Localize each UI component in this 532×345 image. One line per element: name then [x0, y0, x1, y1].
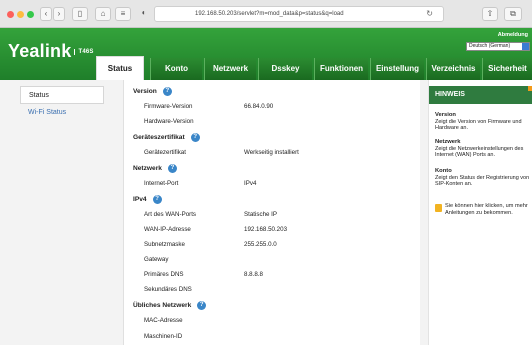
section-title: Netzwerk — [133, 165, 162, 172]
address-bar[interactable]: 192.168.50.203/servlet?m=mod_data&p=stat… — [154, 6, 444, 22]
language-select[interactable]: Deutsch (German) — [466, 42, 530, 51]
section-title: Version — [133, 88, 157, 95]
field-value: Werkseitig installiert — [244, 149, 299, 156]
browser-toolbar: ‹ › ▯ ⌂ ≡ ◐ 192.168.50.203/servlet?m=mod… — [0, 0, 532, 28]
brand-name: Yealink — [8, 41, 72, 61]
table-row: Hardware-Version — [124, 114, 414, 129]
tab-sicherheit[interactable]: Sicherheit — [482, 58, 532, 80]
table-row: MAC-Adresse — [124, 313, 414, 328]
hint-note-account: Konto Zeigt den Status der Registrierung… — [435, 168, 531, 188]
section-title: IPv4 — [133, 196, 147, 203]
table-row: Art des WAN-Ports Statische IP — [124, 207, 414, 222]
zoom-window-button[interactable] — [27, 11, 34, 18]
field-value: 255.255.0.0 — [244, 241, 277, 248]
language-value: Deutsch (German) — [469, 43, 511, 49]
corner-marker-icon — [528, 86, 532, 91]
back-button[interactable]: ‹ — [40, 7, 52, 21]
field-value: 8.8.8.8 — [244, 271, 263, 278]
table-row: Firmware-Version 66.84.0.90 — [124, 99, 414, 114]
hint-note-version: Version Zeigt die Version von Firmware u… — [435, 112, 531, 132]
field-label: Gerätezertifikat — [144, 149, 186, 156]
tab-einstellung[interactable]: Einstellung — [370, 58, 424, 80]
section-version: Version? — [124, 84, 414, 99]
field-label: Subnetzmaske — [144, 241, 185, 248]
sidebar-item-status[interactable]: Status — [20, 86, 104, 104]
table-row: Primäres DNS 8.8.8.8 — [124, 267, 414, 282]
sidebar: Status Wi-Fi Status — [20, 86, 104, 122]
table-row: Subnetzmaske 255.255.0.0 — [124, 237, 414, 252]
table-row: Gerätezertifikat Werkseitig installiert — [124, 145, 414, 160]
tab-netzwerk[interactable]: Netzwerk — [204, 58, 256, 80]
field-label: Art des WAN-Ports — [144, 211, 197, 218]
hint-header: HINWEIS — [429, 86, 532, 104]
hint-panel: HINWEIS Version Zeigt die Version von Fi… — [428, 80, 532, 345]
guide-link[interactable]: Sie können hier klicken, um mehr Anleitu… — [445, 203, 529, 217]
forward-button[interactable]: › — [53, 7, 65, 21]
url-text: 192.168.50.203/servlet?m=mod_data&p=stat… — [195, 11, 344, 17]
field-label: Primäres DNS — [144, 271, 184, 278]
field-value: 66.84.0.90 — [244, 103, 274, 110]
tab-konto[interactable]: Konto — [150, 58, 202, 80]
privacy-icon: ◐ — [141, 8, 147, 17]
yealink-logo: Yealink T46S — [8, 41, 94, 62]
tab-dsskey[interactable]: Dsskey — [258, 58, 312, 80]
sidebar-toggle-icon[interactable]: ▯ — [72, 7, 88, 21]
tab-verzeichnis[interactable]: Verzeichnis — [426, 58, 480, 80]
section-title: Übliches Netzwerk — [133, 302, 192, 309]
field-label: Firmware-Version — [144, 103, 193, 110]
section-certificate: Geräteszertifikat? — [124, 130, 414, 145]
table-row: Maschinen-ID — [124, 329, 414, 344]
field-label: MAC-Adresse — [144, 317, 183, 324]
field-value: Statische IP — [244, 211, 278, 218]
section-network: Netzwerk? — [124, 161, 414, 176]
field-value: IPv4 — [244, 180, 257, 187]
field-label: Hardware-Version — [144, 118, 194, 125]
model-name: T46S — [74, 49, 94, 56]
app-header: Yealink T46S Abmeldung Deutsch (German) S… — [0, 28, 532, 80]
help-icon[interactable]: ? — [190, 132, 200, 142]
hint-text: Zeigt die Version von Firmware und Hardw… — [435, 118, 522, 132]
sidebar-item-wifi-status[interactable]: Wi-Fi Status — [20, 104, 104, 122]
field-label: Internet-Port — [144, 180, 179, 187]
section-common-network: Übliches Netzwerk? — [124, 298, 414, 313]
field-label: Sekundäres DNS — [144, 286, 192, 293]
close-window-button[interactable] — [7, 11, 14, 18]
section-ipv4: IPv4? — [124, 192, 414, 207]
table-row: Gateway — [124, 252, 414, 267]
field-label: Gateway — [144, 256, 169, 263]
minimize-window-button[interactable] — [17, 11, 24, 18]
home-icon[interactable]: ⌂ — [95, 7, 111, 21]
tabs-overview-icon[interactable]: ⧉ — [504, 7, 522, 21]
hint-title: HINWEIS — [435, 91, 465, 98]
table-row: WAN-IP-Adresse 192.168.50.203 — [124, 222, 414, 237]
table-row: Internet-Port IPv4 — [124, 176, 414, 191]
field-value: 192.168.50.203 — [244, 226, 288, 233]
table-row: Sekundäres DNS — [124, 282, 414, 297]
hint-note-network: Netzwerk Zeigt die Netzwerkeinstellungen… — [435, 139, 531, 159]
guide-icon[interactable] — [435, 204, 442, 212]
help-icon[interactable]: ? — [152, 194, 162, 204]
status-panel: Version? Firmware-Version 66.84.0.90 Hard… — [123, 80, 420, 345]
section-title: Geräteszertifikat — [133, 134, 185, 141]
chevron-down-icon — [522, 43, 529, 50]
logout-link[interactable]: Abmeldung — [498, 32, 528, 38]
reader-icon[interactable]: ≡ — [115, 7, 131, 21]
hint-text: Zeigt den Status der Registrierung von S… — [435, 174, 530, 188]
tab-status[interactable]: Status — [96, 56, 144, 80]
share-icon[interactable]: ⇧ — [482, 7, 498, 21]
field-label: Maschinen-ID — [144, 333, 183, 340]
help-icon[interactable]: ? — [197, 300, 207, 310]
tab-funktionen[interactable]: Funktionen — [314, 58, 368, 80]
help-icon[interactable]: ? — [167, 163, 177, 173]
page-content: Status Wi-Fi Status Version? Firmware-Ve… — [0, 80, 532, 345]
hint-text: Zeigt die Netzwerkeinstellungen des Inte… — [435, 145, 524, 159]
field-label: WAN-IP-Adresse — [144, 226, 191, 233]
help-icon[interactable]: ? — [162, 86, 172, 96]
reload-icon[interactable]: ↻ — [426, 7, 433, 21]
